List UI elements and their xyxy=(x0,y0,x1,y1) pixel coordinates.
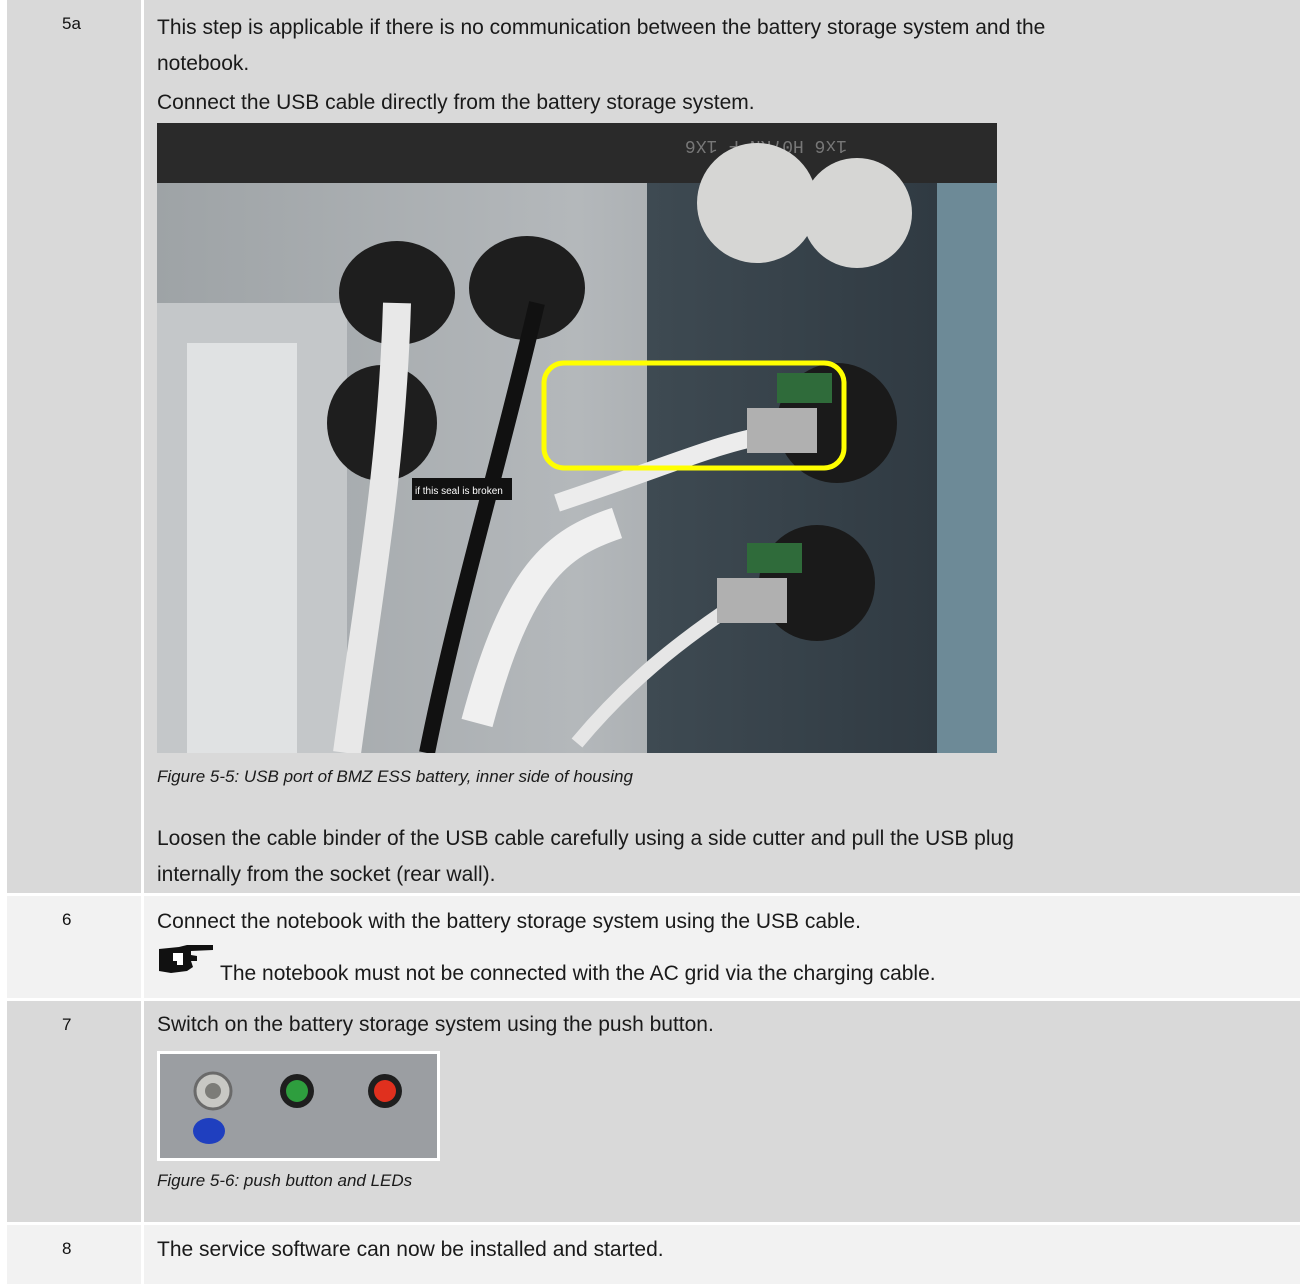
step-content: Switch on the battery storage system usi… xyxy=(147,1001,1300,1222)
step-row-7: 7 Switch on the battery storage system u… xyxy=(7,1001,1300,1222)
step-number: 6 xyxy=(62,910,72,929)
step-content: This step is applicable if there is no c… xyxy=(147,0,1300,893)
push-button-photo xyxy=(157,1051,440,1161)
photo-seal-label: if this seal is broken xyxy=(415,486,503,497)
figure-caption: Figure 5-5: USB port of BMZ ESS battery,… xyxy=(157,767,633,786)
step-number: 7 xyxy=(62,1015,72,1034)
figure-caption: Figure 5-6: push button and LEDs xyxy=(157,1171,413,1190)
step-number: 8 xyxy=(62,1239,72,1258)
usb-port-photo: 1x6 H07RN-F 1X6 if this seal is broken xyxy=(157,123,997,753)
step-text-line: This step is applicable if there is no c… xyxy=(157,16,1046,39)
pointing-hand-icon xyxy=(159,945,213,973)
step-number-cell: 5a xyxy=(7,0,144,893)
step-content: The service software can now be installe… xyxy=(147,1225,1300,1284)
step-text-line: Loosen the cable binder of the USB cable… xyxy=(157,827,1014,850)
step-text-line: internally from the socket (rear wall). xyxy=(157,863,496,886)
step-text-line: Switch on the battery storage system usi… xyxy=(157,1013,714,1036)
step-number-cell: 6 xyxy=(7,896,144,998)
step-text-line: notebook. xyxy=(157,52,250,75)
step-row-6: 6 Connect the notebook with the battery … xyxy=(7,896,1300,998)
step-row-8: 8 The service software can now be instal… xyxy=(7,1225,1300,1284)
step-text-line: Connect the notebook with the battery st… xyxy=(157,910,861,933)
step-text-line: Connect the USB cable directly from the … xyxy=(157,91,755,114)
step-number: 5a xyxy=(62,14,81,33)
step-number-cell: 8 xyxy=(7,1225,144,1284)
step-text-line: The service software can now be installe… xyxy=(157,1238,664,1261)
step-content: Connect the notebook with the battery st… xyxy=(147,896,1300,998)
note-text: The notebook must not be connected with … xyxy=(220,962,936,985)
step-row-5a: 5a This step is applicable if there is n… xyxy=(7,0,1300,893)
step-number-cell: 7 xyxy=(7,1001,144,1222)
